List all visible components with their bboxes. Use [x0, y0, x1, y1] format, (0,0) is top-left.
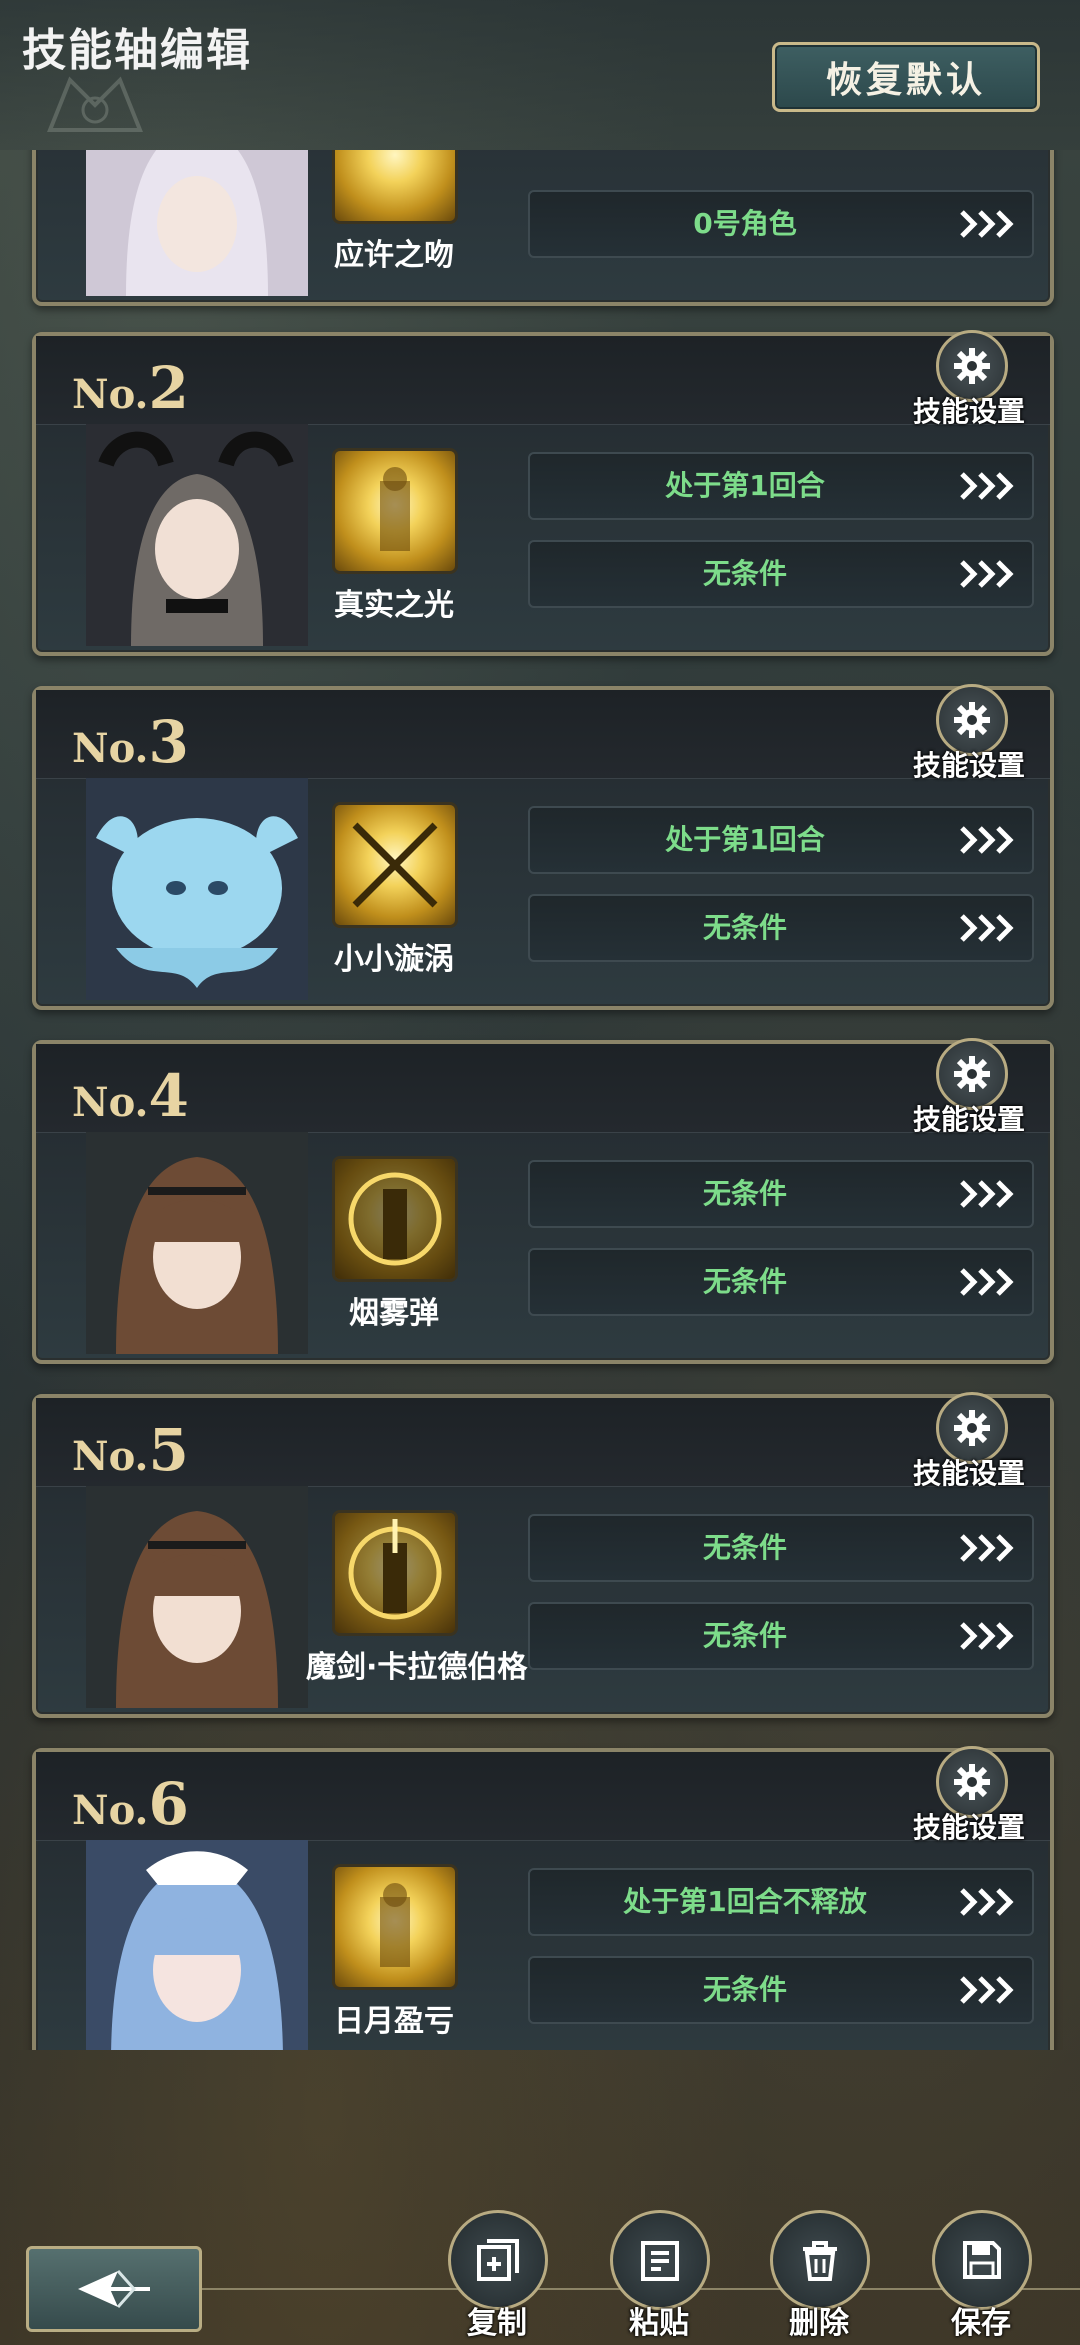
triple-chevron-icon: [960, 914, 1014, 942]
condition-text: 无条件: [702, 1531, 787, 1564]
triple-chevron-icon: [960, 1622, 1014, 1650]
gear-icon: [954, 1056, 990, 1092]
condition-text: 无条件: [702, 1973, 787, 2006]
condition-text: 无条件: [702, 1265, 787, 1298]
gear-icon: [954, 702, 990, 738]
skill-name: 应许之吻: [334, 238, 454, 273]
skill-settings-label: 技能设置: [912, 1457, 1025, 1490]
condition-text: 处于第1回合: [665, 469, 825, 502]
triple-chevron-icon: [960, 560, 1014, 588]
paste-button[interactable]: 粘贴: [604, 2210, 714, 2342]
skill-card-1: 应许之吻 0号角色: [32, 150, 1054, 306]
skill-name: 日月盈亏: [334, 2004, 454, 2039]
delete-button[interactable]: 删除: [764, 2210, 874, 2342]
condition-1-button[interactable]: 无条件: [528, 1160, 1034, 1228]
skill-timeline-list[interactable]: 应许之吻 0号角色 No.2 技能设置 真实之光 处于第1回合 无条件 No.3…: [0, 150, 1080, 2050]
skill-icon[interactable]: [332, 448, 458, 574]
condition-2-button[interactable]: 无条件: [528, 894, 1034, 962]
skill-settings-button[interactable]: 技能设置: [908, 1392, 1030, 1492]
save-button[interactable]: 保存: [926, 2210, 1036, 2342]
triple-chevron-icon: [960, 1268, 1014, 1296]
card-number: No.6: [72, 1770, 189, 1838]
skill-card-5: No.5 技能设置 魔剑·卡拉德伯格 无条件 无条件: [32, 1392, 1054, 1718]
skill-settings-label: 技能设置: [912, 1811, 1025, 1844]
skill-name: 魔剑·卡拉德伯格: [306, 1650, 528, 1685]
copy-label: 复制: [467, 2306, 527, 2341]
copy-button[interactable]: 复制: [442, 2210, 552, 2342]
skill-settings-button[interactable]: 技能设置: [908, 330, 1030, 430]
character-portrait[interactable]: [86, 1132, 308, 1354]
skill-settings-label: 技能设置: [912, 1103, 1025, 1136]
copy-icon: [477, 2239, 519, 2281]
condition-text: 无条件: [702, 1177, 787, 1210]
skill-icon[interactable]: [332, 802, 458, 928]
condition-1-button[interactable]: 处于第1回合不释放: [528, 1868, 1034, 1936]
trash-icon: [803, 2241, 837, 2281]
skill-settings-button[interactable]: 技能设置: [908, 1038, 1030, 1138]
condition-1-button[interactable]: 无条件: [528, 1514, 1034, 1582]
header: 技能轴编辑 恢复默认: [0, 0, 1080, 150]
gear-icon: [954, 348, 990, 384]
paste-label: 粘贴: [629, 2306, 689, 2341]
skill-icon[interactable]: [332, 1156, 458, 1282]
skill-icon[interactable]: [332, 150, 458, 224]
card-number: No.4: [72, 1062, 189, 1130]
condition-2-button[interactable]: 无条件: [528, 1956, 1034, 2024]
emblem-icon: [47, 76, 143, 132]
character-portrait[interactable]: [86, 778, 308, 1000]
condition-text: 无条件: [702, 1619, 787, 1652]
skill-name: 小小漩涡: [334, 942, 454, 977]
save-icon: [963, 2241, 1001, 2279]
condition-2-button[interactable]: 无条件: [528, 1248, 1034, 1316]
triple-chevron-icon: [960, 1180, 1014, 1208]
back-arrow-icon: [78, 2270, 150, 2308]
gear-icon: [954, 1410, 990, 1446]
condition-text: 无条件: [702, 557, 787, 590]
triple-chevron-icon: [960, 210, 1014, 238]
condition-2-button[interactable]: 无条件: [528, 1602, 1034, 1670]
card-number: No.5: [72, 1416, 189, 1484]
skill-icon[interactable]: [332, 1864, 458, 1990]
condition-1-button[interactable]: 处于第1回合: [528, 806, 1034, 874]
condition-text: 0号角色: [693, 207, 797, 240]
bottom-toolbar: 复制 粘贴 删除 保存: [0, 2200, 1080, 2345]
skill-name: 烟雾弹: [349, 1296, 439, 1331]
condition-text: 处于第1回合不释放: [623, 1885, 867, 1918]
paste-icon: [641, 2241, 679, 2281]
character-portrait[interactable]: [86, 424, 308, 646]
condition-2-button[interactable]: 无条件: [528, 540, 1034, 608]
skill-card-4: No.4 技能设置 烟雾弹 无条件 无条件: [32, 1038, 1054, 1364]
save-label: 保存: [951, 2306, 1011, 2341]
delete-label: 删除: [789, 2306, 849, 2341]
skill-settings-label: 技能设置: [912, 749, 1025, 782]
triple-chevron-icon: [960, 472, 1014, 500]
condition-1-button[interactable]: 处于第1回合: [528, 452, 1034, 520]
reset-default-button[interactable]: 恢复默认: [772, 42, 1040, 112]
back-button[interactable]: [26, 2246, 202, 2332]
triple-chevron-icon: [960, 826, 1014, 854]
card-number: No.3: [72, 708, 189, 776]
character-portrait[interactable]: [86, 1840, 308, 2050]
character-portrait[interactable]: [86, 150, 308, 296]
skill-settings-button[interactable]: 技能设置: [908, 1746, 1030, 1846]
skill-name: 真实之光: [334, 588, 454, 623]
skill-icon[interactable]: [332, 1510, 458, 1636]
condition-text: 无条件: [702, 911, 787, 944]
triple-chevron-icon: [960, 1976, 1014, 2004]
skill-card-2: No.2 技能设置 真实之光 处于第1回合 无条件: [32, 330, 1054, 656]
skill-card-3: No.3 技能设置 小小漩涡 处于第1回合 无条件: [32, 684, 1054, 1010]
triple-chevron-icon: [960, 1534, 1014, 1562]
condition-1-button[interactable]: 0号角色: [528, 190, 1034, 258]
skill-settings-label: 技能设置: [912, 395, 1025, 428]
skill-settings-button[interactable]: 技能设置: [908, 684, 1030, 784]
card-number: No.2: [72, 354, 189, 422]
triple-chevron-icon: [960, 1888, 1014, 1916]
condition-text: 处于第1回合: [665, 823, 825, 856]
gear-icon: [954, 1764, 990, 1800]
skill-card-6: No.6 技能设置 日月盈亏 处于第1回合不释放 无条件: [32, 1746, 1054, 2050]
character-portrait[interactable]: [86, 1486, 308, 1708]
